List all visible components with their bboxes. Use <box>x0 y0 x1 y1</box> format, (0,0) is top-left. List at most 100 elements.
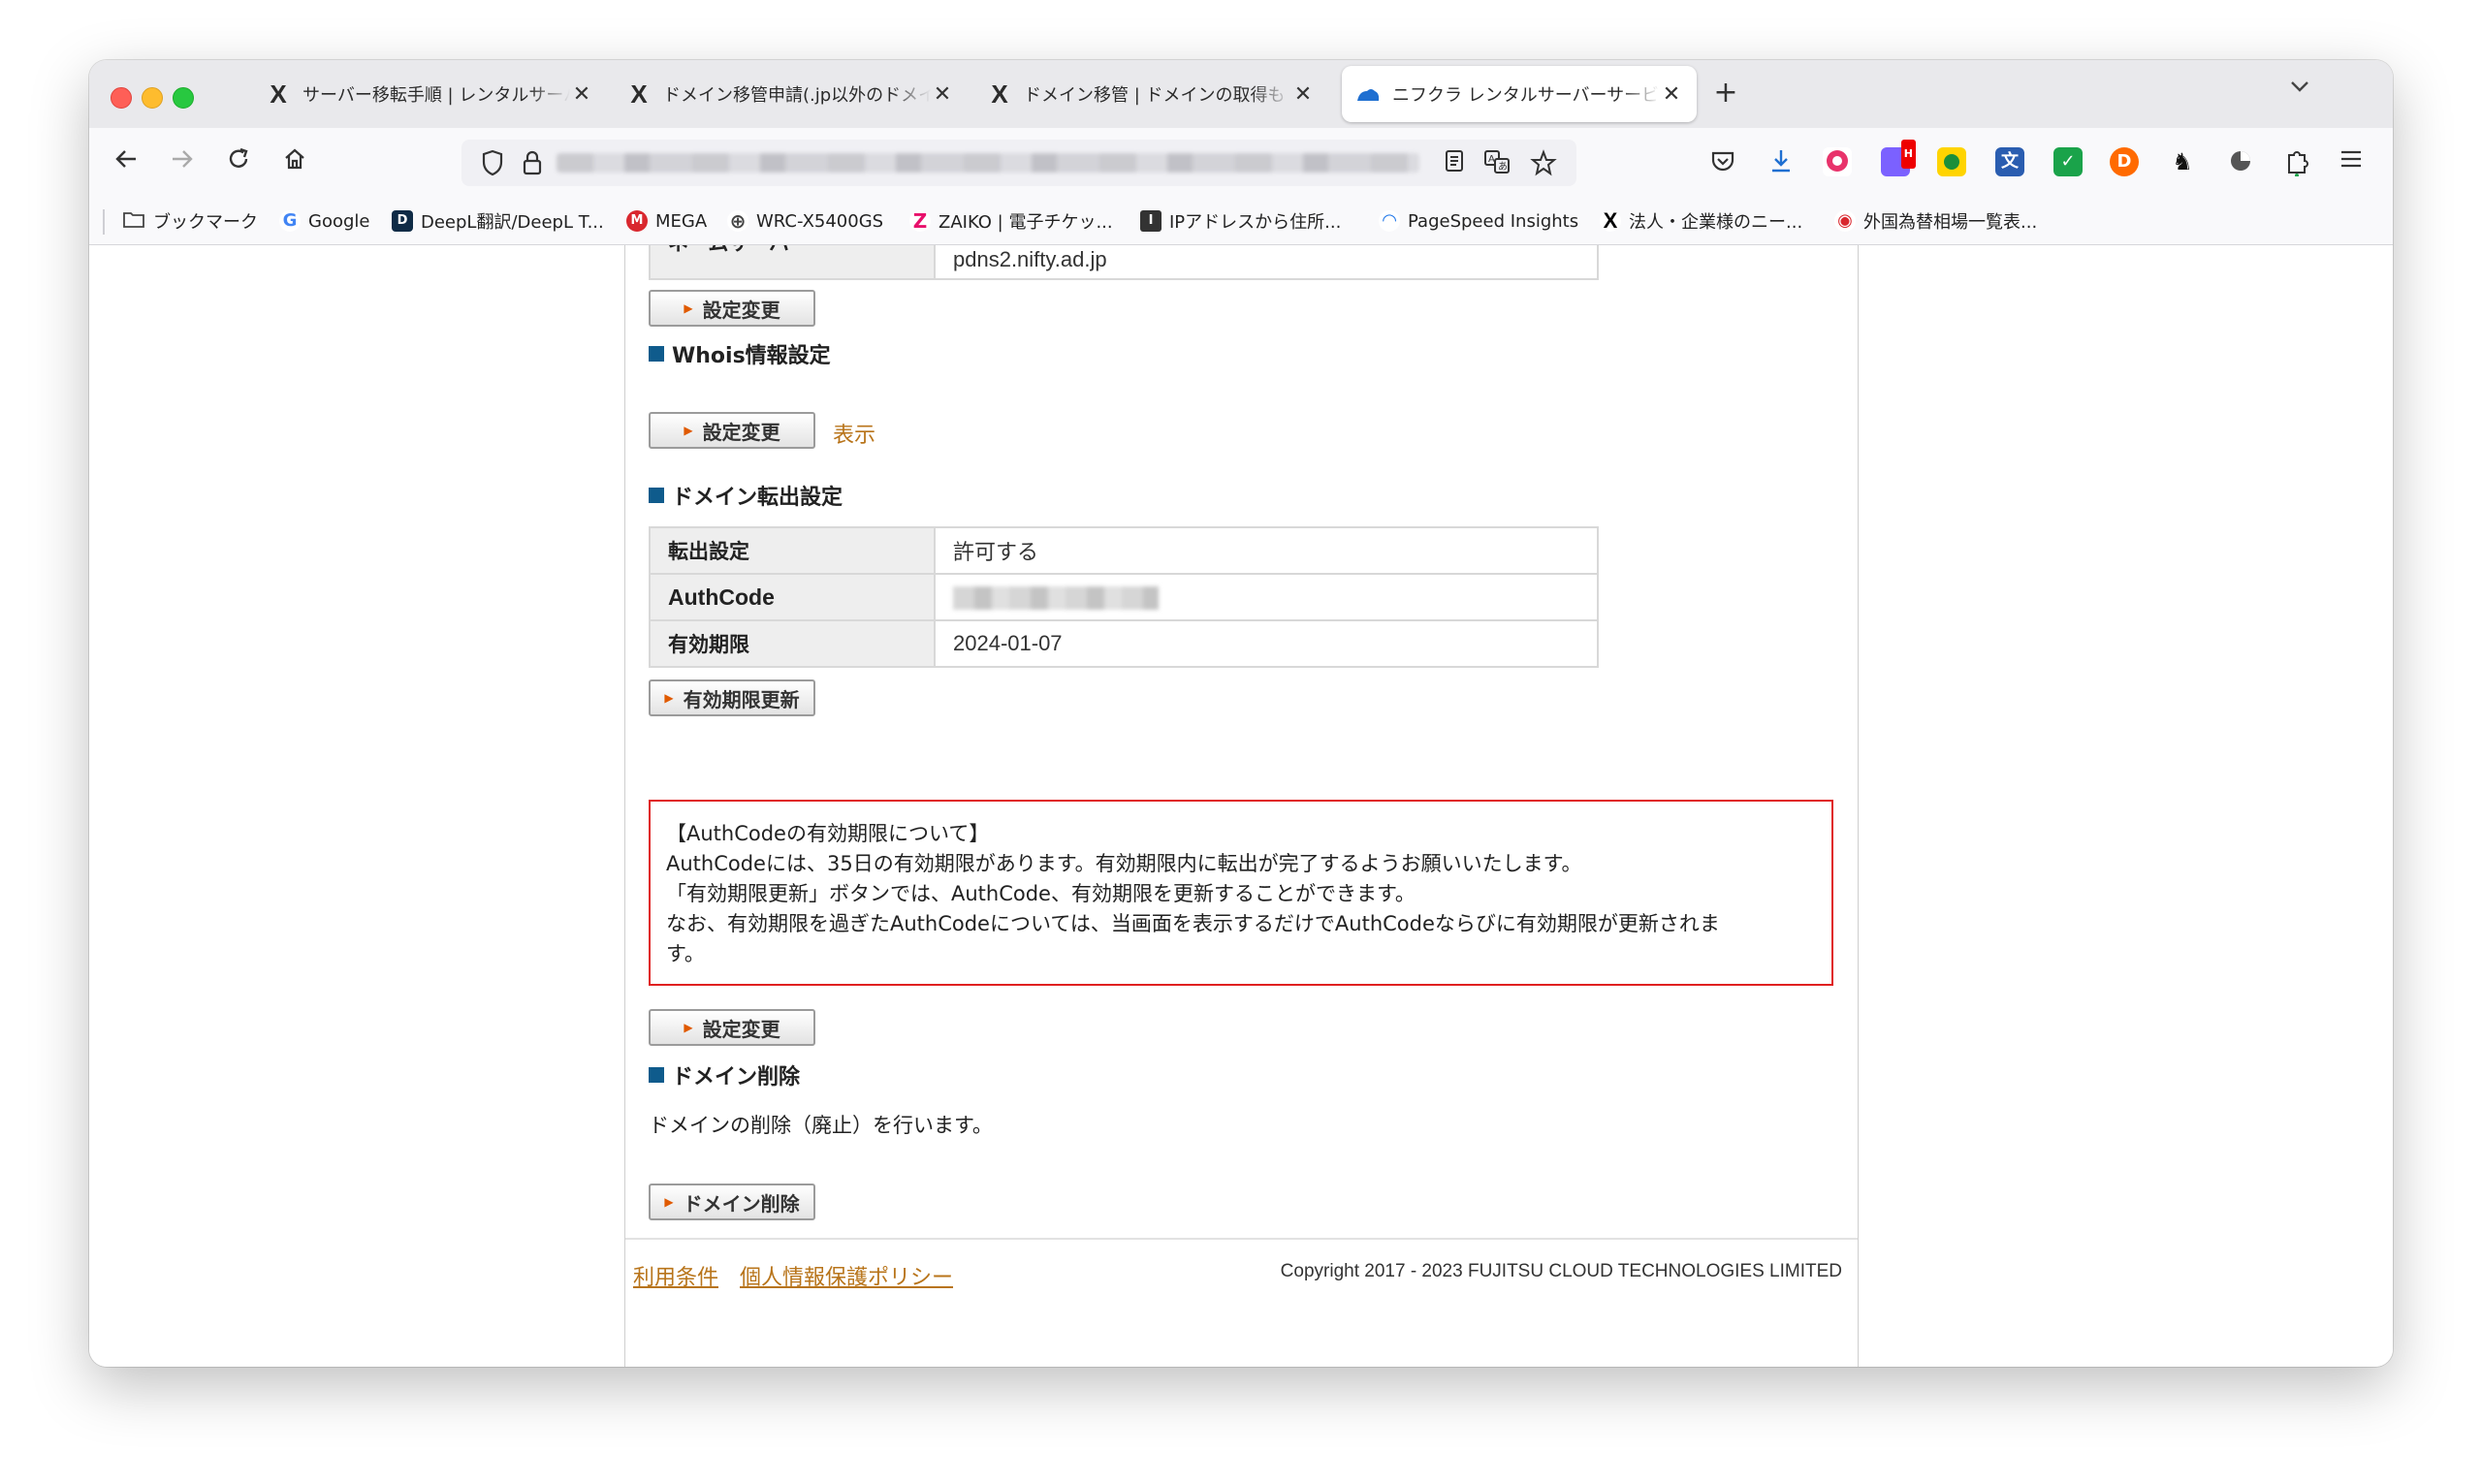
delete-domain-button[interactable]: ▶ ドメイン削除 <box>649 1184 815 1220</box>
section-square-icon <box>649 488 664 503</box>
tab-server-migration[interactable]: X サーバー移転手順 | レンタルサーバー ✕ <box>252 66 607 122</box>
reader-view-icon[interactable] <box>1441 149 1468 176</box>
delete-description: ドメインの削除（廃止）を行います。 <box>649 1114 993 1137</box>
address-bar[interactable]: Aあ <box>461 140 1576 186</box>
section-square-icon <box>649 1067 664 1083</box>
tab-nifcloud-rental-server[interactable]: ニフクラ レンタルサーバーサービス ✕ <box>1342 66 1697 122</box>
navigation-toolbar: Aあ H 文 ✓ D ♞ <box>89 128 2393 198</box>
bookmark-item-ip-address[interactable]: I IPアドレスから住所... <box>1140 207 1341 235</box>
toolbar-separator <box>103 209 105 235</box>
bookmark-item-corporate[interactable]: X 法人・企業様のニー... <box>1600 207 1802 235</box>
privacy-policy-link[interactable]: 個人情報保護ポリシー <box>740 1260 953 1291</box>
mega-icon: M <box>626 210 648 232</box>
play-arrow-icon: ▶ <box>664 1195 674 1209</box>
gimp-extension-icon[interactable]: ♞ <box>2168 147 2197 176</box>
folder-icon <box>122 209 145 234</box>
renew-expiry-button[interactable]: ▶ 有効期限更新 <box>649 679 815 716</box>
bookmark-item-pagespeed[interactable]: ◠ PageSpeed Insights <box>1379 207 1578 235</box>
ip-icon: I <box>1140 210 1161 232</box>
nifcloud-icon <box>1355 79 1381 110</box>
notice-line: す。 <box>666 942 705 965</box>
bookmark-item-forex[interactable]: ◉ 外国為替相場一覧表... <box>1834 207 2037 235</box>
delete-section-heading: ドメイン削除 <box>649 1059 800 1090</box>
browser-window: X サーバー移転手順 | レンタルサーバー ✕ X ドメイン移管申請(.jp以外… <box>89 60 2393 1367</box>
extension-h-badge-icon[interactable]: H <box>1881 140 1916 176</box>
transfer-setting-value: 許可する <box>934 526 1599 575</box>
bookmark-item-wrc-router[interactable]: ⊕ WRC-X5400GS <box>727 207 883 235</box>
play-arrow-icon: ▶ <box>684 424 693 437</box>
list-all-tabs-icon[interactable] <box>2288 76 2311 100</box>
bookmark-item-zaiko[interactable]: Z ZAIKO | 電子チケッ... <box>909 207 1113 235</box>
reload-icon[interactable] <box>221 145 256 180</box>
page-content: ネームサーバー pdns2.nifty.ad.jp ▶ 設定変更 Whois情報… <box>624 245 1859 1367</box>
tracking-protection-shield-icon[interactable] <box>481 149 504 176</box>
google-icon: G <box>279 210 301 232</box>
whois-change-button[interactable]: ▶ 設定変更 <box>649 412 815 449</box>
mufg-icon: ◉ <box>1834 210 1856 232</box>
svg-text:あ: あ <box>1498 161 1508 173</box>
tab-domain-transfer[interactable]: X ドメイン移管 | ドメインの取得も ✕ <box>973 66 1328 122</box>
window-maximize-button[interactable] <box>173 87 194 109</box>
bookmark-item-mega[interactable]: M MEGA <box>626 207 707 235</box>
window-minimize-button[interactable] <box>142 87 163 109</box>
window-close-button[interactable] <box>111 87 132 109</box>
play-arrow-icon: ▶ <box>684 1021 693 1034</box>
section-square-icon <box>649 346 664 362</box>
svg-text:A: A <box>1488 154 1495 165</box>
transfer-setting-label: 転出設定 <box>649 526 936 575</box>
authcode-notice-box: 【AuthCodeの有効期限について】 AuthCodeには、35日の有効期限が… <box>649 800 1833 986</box>
transfer-change-button[interactable]: ▶ 設定変更 <box>649 1009 815 1046</box>
bookmark-item-google[interactable]: G Google <box>279 207 369 235</box>
close-tab-icon[interactable]: ✕ <box>1291 82 1315 107</box>
bookmark-item-deepl[interactable]: D DeepL翻訳/DeepL T... <box>392 207 604 235</box>
bookmark-star-icon[interactable] <box>1530 149 1557 176</box>
checkmark-extension-icon[interactable]: ✓ <box>2053 147 2083 176</box>
tab-title: ドメイン移管 | ドメインの取得も <box>1024 85 1286 106</box>
tab-domain-transfer-request[interactable]: X ドメイン移管申請(.jp以外のドメイン) ✕ <box>613 66 968 122</box>
url-text-blurred[interactable] <box>557 153 1419 173</box>
menu-hamburger-icon[interactable] <box>2337 147 2366 176</box>
extensions-puzzle-icon[interactable] <box>2282 147 2311 177</box>
notice-line: AuthCodeには、35日の有効期限があります。有効期限内に転出が完了するよう… <box>666 852 1582 875</box>
authcode-value <box>934 573 1599 621</box>
close-tab-icon[interactable]: ✕ <box>1660 82 1683 107</box>
copyright-text: Copyright 2017 - 2023 FUJITSU CLOUD TECH… <box>1280 1261 1842 1281</box>
back-arrow-icon[interactable] <box>109 145 143 180</box>
play-arrow-icon: ▶ <box>684 301 693 315</box>
transfer-settings-table: 転出設定 許可する AuthCode 有効期限 2024-01-07 <box>649 526 1599 668</box>
table-row: 転出設定 許可する <box>649 526 1599 575</box>
downloads-icon[interactable] <box>1766 147 1796 176</box>
table-row: 有効期限 2024-01-07 <box>649 619 1599 668</box>
zaiko-icon: Z <box>909 210 931 232</box>
footer-divider <box>625 1238 1858 1240</box>
extension-red-swirl-icon[interactable] <box>1823 147 1852 176</box>
whois-view-link[interactable]: 表示 <box>833 418 875 449</box>
close-tab-icon[interactable]: ✕ <box>570 82 593 107</box>
x-icon: X <box>630 79 648 109</box>
notice-line: なお、有効期限を過ぎたAuthCodeについては、当画面を表示するだけでAuth… <box>666 912 1720 935</box>
pie-chart-extension-icon[interactable] <box>2226 147 2255 176</box>
globe-icon: ⊕ <box>727 210 748 232</box>
nameserver-table: ネームサーバー pdns2.nifty.ad.jp <box>649 245 1599 280</box>
extension-yellow-icon[interactable] <box>1937 147 1966 176</box>
translator-extension-icon[interactable]: 文 <box>1995 147 2024 176</box>
nameserver-change-button[interactable]: ▶ 設定変更 <box>649 290 815 327</box>
new-tab-button[interactable]: + <box>1706 76 1745 110</box>
forward-arrow-icon[interactable] <box>165 145 200 180</box>
home-icon[interactable] <box>277 145 312 180</box>
translate-icon[interactable]: Aあ <box>1483 149 1511 176</box>
bookmark-item-folder[interactable]: ブックマーク <box>122 207 258 235</box>
pocket-icon[interactable] <box>1708 147 1737 176</box>
x-icon: X <box>991 79 1008 109</box>
x-icon: X <box>1600 210 1621 232</box>
authcode-label: AuthCode <box>649 573 936 621</box>
expiry-label: 有効期限 <box>649 619 936 668</box>
nameserver-label: ネームサーバー <box>649 245 936 280</box>
terms-link[interactable]: 利用条件 <box>633 1260 718 1291</box>
notice-line: 「有効期限更新」ボタンでは、AuthCode、有効期限を更新することができます。 <box>666 882 1416 905</box>
lock-icon[interactable] <box>522 149 543 176</box>
duckduckgo-icon[interactable]: D <box>2110 147 2139 176</box>
close-tab-icon[interactable]: ✕ <box>931 82 954 107</box>
authcode-redacted <box>953 586 1159 611</box>
tab-title: ドメイン移管申請(.jp以外のドメイン) <box>663 85 931 106</box>
